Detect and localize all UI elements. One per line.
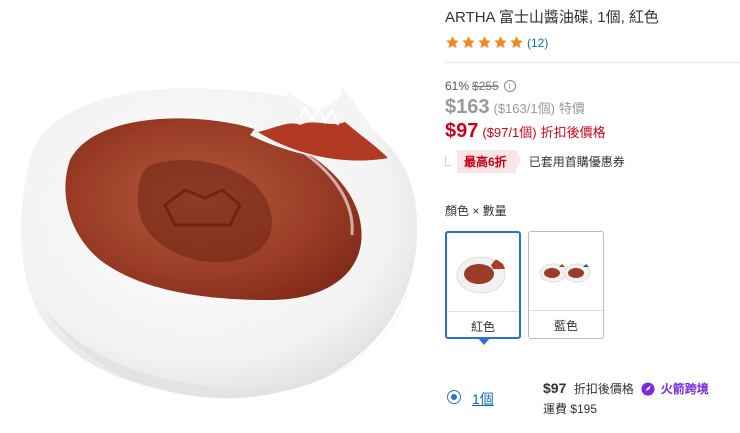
variant-separator	[447, 311, 519, 312]
discounted-price-tag: 折扣後價格	[540, 125, 606, 140]
variant-thumbnail	[456, 256, 506, 294]
rating[interactable]: (12)	[445, 35, 548, 50]
variant-separator	[529, 310, 603, 311]
star-icon	[510, 36, 523, 49]
sale-price: $163	[445, 96, 490, 118]
sale-price-tag: 特價	[558, 101, 585, 116]
star-icon	[478, 36, 491, 49]
sale-price-row: $163 ($163/1個) 特價	[445, 96, 585, 119]
divider	[445, 62, 740, 63]
variant-option-label: 藍色	[553, 319, 578, 333]
variant-thumbnail	[539, 263, 591, 283]
rating-stars	[445, 35, 524, 50]
product-info-panel: ARTHA 富士山醬油碟, 1個, 紅色 (12) 61% $255 i $16…	[445, 0, 740, 433]
info-icon[interactable]: i	[503, 80, 516, 92]
quantity-offer: $97 折扣後價格 火箭跨境	[543, 380, 709, 398]
variant-option-red[interactable]: 紅色	[445, 231, 521, 345]
star-icon	[494, 36, 507, 49]
review-count-link[interactable]: (12)	[527, 36, 548, 50]
rocket-crossborder-badge: 火箭跨境	[660, 382, 709, 396]
shipping-fee: 運費 $195	[543, 402, 598, 416]
product-image	[0, 0, 430, 433]
variant-option-blue[interactable]: 藍色	[528, 231, 604, 339]
variant-label: 顏色 × 數量	[445, 204, 507, 218]
coupon-connector	[445, 155, 451, 166]
original-price: $255	[472, 79, 499, 93]
discount-row: 61% $255 i	[445, 79, 516, 93]
coupon-text: 已套用首購優惠券	[528, 155, 625, 169]
quantity-option-row[interactable]: 1個 $97 折扣後價格 火箭跨境 運費 $195	[445, 378, 740, 418]
sale-unit-price: ($163/1個)	[493, 101, 555, 116]
discounted-price: $97	[445, 120, 479, 142]
offer-price: $97	[543, 380, 567, 396]
offer-price-tag: 折扣後價格	[573, 382, 634, 396]
discounted-price-row: $97 ($97/1個) 折扣後價格	[445, 120, 606, 143]
coupon-badge: 最高6折	[457, 150, 521, 173]
coupon-row: 最高6折 已套用首購優惠券	[445, 150, 625, 173]
star-icon	[462, 36, 475, 49]
quantity-radio[interactable]	[447, 390, 461, 404]
variant-option-label: 紅色	[470, 320, 495, 334]
discounted-unit-price: ($97/1個)	[482, 125, 537, 140]
product-title: ARTHA 富士山醬油碟, 1個, 紅色	[445, 9, 659, 26]
discount-percent: 61%	[445, 79, 470, 93]
rocket-icon	[641, 382, 655, 396]
selected-caret-icon	[478, 338, 490, 345]
star-icon	[446, 36, 459, 49]
quantity-option-link[interactable]: 1個	[472, 389, 494, 409]
